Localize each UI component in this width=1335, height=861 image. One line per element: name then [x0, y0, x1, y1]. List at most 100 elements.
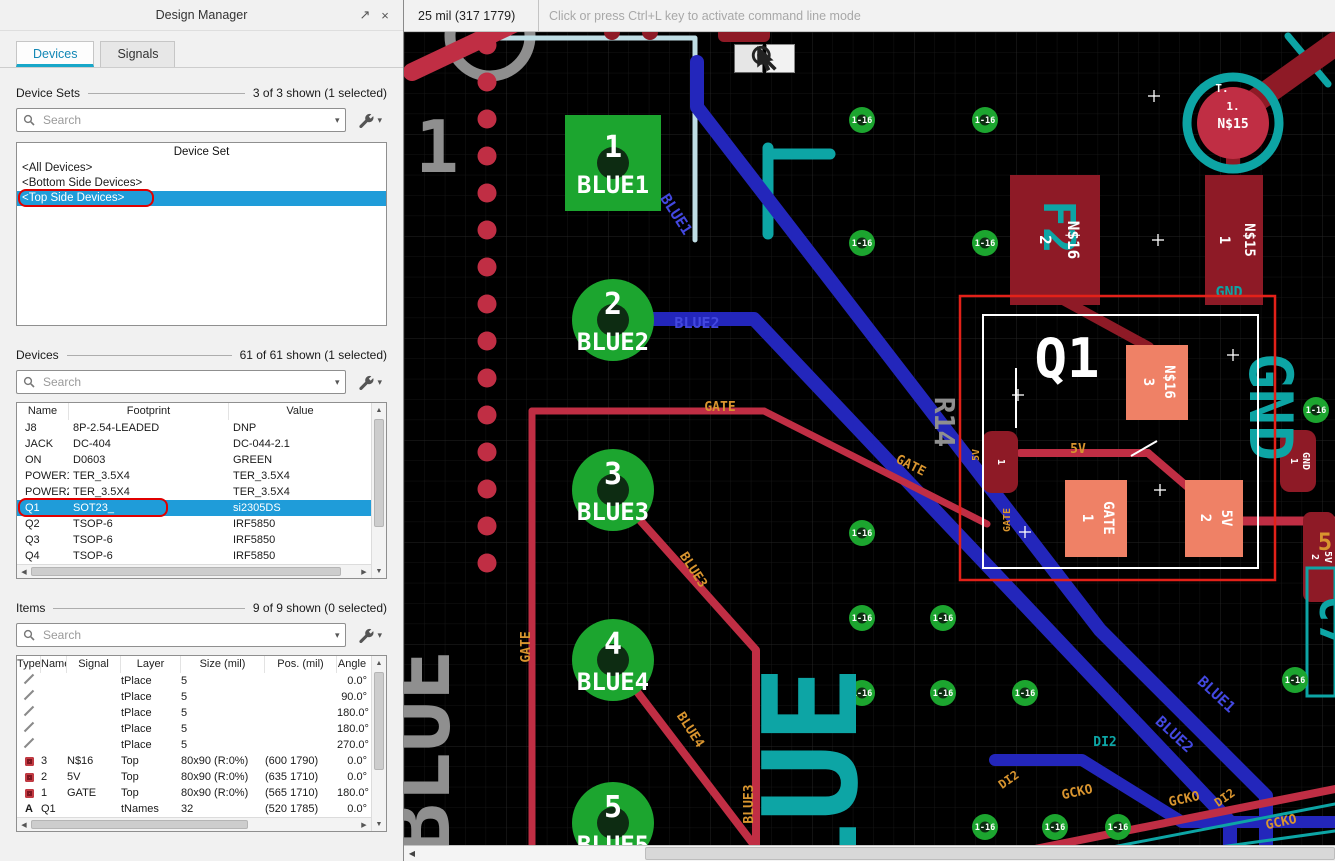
scroll-down-icon[interactable]: ▼	[372, 817, 386, 831]
scrollbar-thumb[interactable]	[31, 567, 341, 576]
scroll-left-icon[interactable]: ◀	[404, 849, 420, 858]
connector-pad[interactable]	[477, 368, 497, 388]
items-column-header[interactable]: Pos. (mil)	[265, 656, 337, 673]
wire-icon	[17, 737, 41, 753]
devices-filter-button[interactable]: ▾	[354, 371, 387, 394]
connector-pad[interactable]	[477, 553, 497, 573]
device-sets-filter-button[interactable]: ▾	[354, 109, 387, 132]
device-sets-search[interactable]: ▾	[16, 108, 347, 132]
canvas-horizontal-scrollbar[interactable]: ◀	[404, 845, 1335, 861]
device-row[interactable]: ON D0603 GREEN	[17, 452, 371, 468]
connector-pad[interactable]	[477, 146, 497, 166]
pcb-pad[interactable]	[1065, 480, 1127, 557]
chevron-down-icon[interactable]: ▾	[377, 115, 382, 125]
item-row[interactable]: tPlace 5 180.0°	[17, 721, 371, 737]
devices-horizontal-scrollbar[interactable]: ◀ ▶	[17, 564, 371, 578]
devices-vertical-scrollbar[interactable]: ▲ ▼	[371, 403, 386, 578]
scrollbar-thumb[interactable]	[31, 820, 248, 829]
items-column-header[interactable]: Angle	[337, 656, 371, 673]
popout-icon[interactable]: ↗	[355, 7, 375, 23]
items-column-header[interactable]: Layer	[121, 656, 181, 673]
connector-pad[interactable]	[477, 72, 497, 92]
pcb-canvas-svg[interactable]: 1-16 1-16 1-16 1-16 1-16 1-16 1-16 1-16 1-16 1-16…	[404, 32, 1335, 845]
tab-signals[interactable]: Signals	[100, 41, 176, 67]
command-line-input[interactable]	[547, 0, 1335, 32]
devices-search[interactable]: ▾	[16, 370, 347, 394]
item-cell: 3	[41, 755, 48, 767]
devices-column-header[interactable]: Name	[17, 403, 69, 420]
pcb-label: R14	[928, 397, 961, 448]
scroll-left-icon[interactable]: ◀	[17, 565, 31, 578]
connector-pad[interactable]	[477, 405, 497, 425]
connector-pad[interactable]	[477, 183, 497, 203]
items-search-input[interactable]	[41, 627, 329, 643]
device-row[interactable]: J8 8P-2.54-LEADED DNP	[17, 420, 371, 436]
connector-pad[interactable]	[477, 516, 497, 536]
connector-pad[interactable]	[477, 220, 497, 240]
item-row[interactable]: 2 5V Top 80x90 (R:0%) (635 1710) 0.0°	[17, 769, 371, 785]
device-set-list-header[interactable]: Device Set	[17, 143, 386, 161]
chevron-down-icon[interactable]: ▾	[335, 377, 340, 387]
item-row[interactable]: tPlace 5 0.0°	[17, 673, 371, 689]
item-row[interactable]: 1 GATE Top 80x90 (R:0%) (565 1710) 180.0°	[17, 785, 371, 801]
device-row[interactable]: Q2 TSOP-6 IRF5850	[17, 516, 371, 532]
device-row[interactable]: JACK DC-404 DC-044-2.1	[17, 436, 371, 452]
connector-pad[interactable]	[477, 294, 497, 314]
pcb-canvas[interactable]: 1-16 1-16 1-16 1-16 1-16 1-16 1-16 1-16 1-16 1-16…	[404, 32, 1335, 845]
device-row[interactable]: POWER2 TER_3.5X4 TER_3.5X4	[17, 484, 371, 500]
device-sets-search-input[interactable]	[41, 112, 329, 128]
device-set-row[interactable]: <Top Side Devices>	[17, 189, 386, 207]
items-search[interactable]: ▾	[16, 623, 347, 647]
zoom-fit-button[interactable]	[751, 44, 795, 73]
scroll-up-icon[interactable]: ▲	[372, 403, 386, 417]
item-row[interactable]: tPlace 5 270.0°	[17, 737, 371, 753]
close-icon[interactable]: ×	[375, 8, 395, 23]
scrollbar-thumb[interactable]	[374, 672, 384, 770]
scrollbar-thumb[interactable]	[645, 847, 1335, 860]
connector-pad[interactable]	[477, 109, 497, 129]
device-row[interactable]: Q3 TSOP-6 IRF5850	[17, 532, 371, 548]
connector-pad[interactable]	[477, 331, 497, 351]
device-set-row[interactable]: <All Devices>	[17, 161, 386, 176]
scroll-left-icon[interactable]: ◀	[17, 818, 31, 831]
chevron-down-icon[interactable]: ▾	[377, 630, 382, 640]
device-row[interactable]: Q1 SOT23_ si2305DS	[17, 498, 371, 517]
item-row[interactable]: 3 N$16 Top 80x90 (R:0%) (600 1790) 0.0°	[17, 753, 371, 769]
device-set-row[interactable]: <Bottom Side Devices>	[17, 176, 386, 191]
scrollbar-thumb[interactable]	[374, 419, 384, 527]
chevron-down-icon[interactable]: ▾	[377, 377, 382, 387]
items-horizontal-scrollbar[interactable]: ◀ ▶	[17, 817, 371, 831]
devices-column-header[interactable]: Value	[229, 403, 371, 420]
pcb-pad[interactable]	[1126, 345, 1188, 420]
scrollbar-track[interactable]	[420, 846, 1335, 861]
wrench-icon	[359, 628, 374, 643]
items-column-header[interactable]: Signal	[67, 656, 121, 673]
pcb-pad[interactable]	[718, 32, 770, 42]
items-column-header[interactable]: Type	[17, 656, 41, 673]
item-row[interactable]: tPlace 5 90.0°	[17, 689, 371, 705]
items-column-header[interactable]: Name	[41, 656, 67, 673]
item-row[interactable]: A Q1 tNames 32 (520 1785) 0.0°	[17, 801, 371, 817]
device-row[interactable]: POWER1 TER_3.5X4 TER_3.5X4	[17, 468, 371, 484]
item-cell: 180.0°	[337, 723, 369, 735]
chevron-down-icon[interactable]: ▾	[335, 630, 340, 640]
wrench-icon	[359, 113, 374, 128]
chevron-down-icon[interactable]: ▾	[335, 115, 340, 125]
connector-pad[interactable]	[477, 442, 497, 462]
scroll-up-icon[interactable]: ▲	[372, 656, 386, 670]
scroll-down-icon[interactable]: ▼	[372, 564, 386, 578]
items-filter-button[interactable]: ▾	[354, 624, 387, 647]
scroll-right-icon[interactable]: ▶	[357, 565, 371, 578]
connector-pad[interactable]	[477, 35, 497, 55]
devices-search-input[interactable]	[41, 374, 329, 390]
scroll-right-icon[interactable]: ▶	[357, 818, 371, 831]
device-row[interactable]: Q4 TSOP-6 IRF5850	[17, 548, 371, 564]
design-manager-panel: Design Manager ↗ × Devices Signals Devic…	[0, 0, 404, 861]
item-row[interactable]: tPlace 5 180.0°	[17, 705, 371, 721]
tab-devices[interactable]: Devices	[16, 41, 95, 67]
items-vertical-scrollbar[interactable]: ▲ ▼	[371, 656, 386, 831]
devices-column-header[interactable]: Footprint	[69, 403, 229, 420]
connector-pad[interactable]	[477, 257, 497, 277]
items-column-header[interactable]: Size (mil)	[181, 656, 265, 673]
connector-pad[interactable]	[477, 479, 497, 499]
